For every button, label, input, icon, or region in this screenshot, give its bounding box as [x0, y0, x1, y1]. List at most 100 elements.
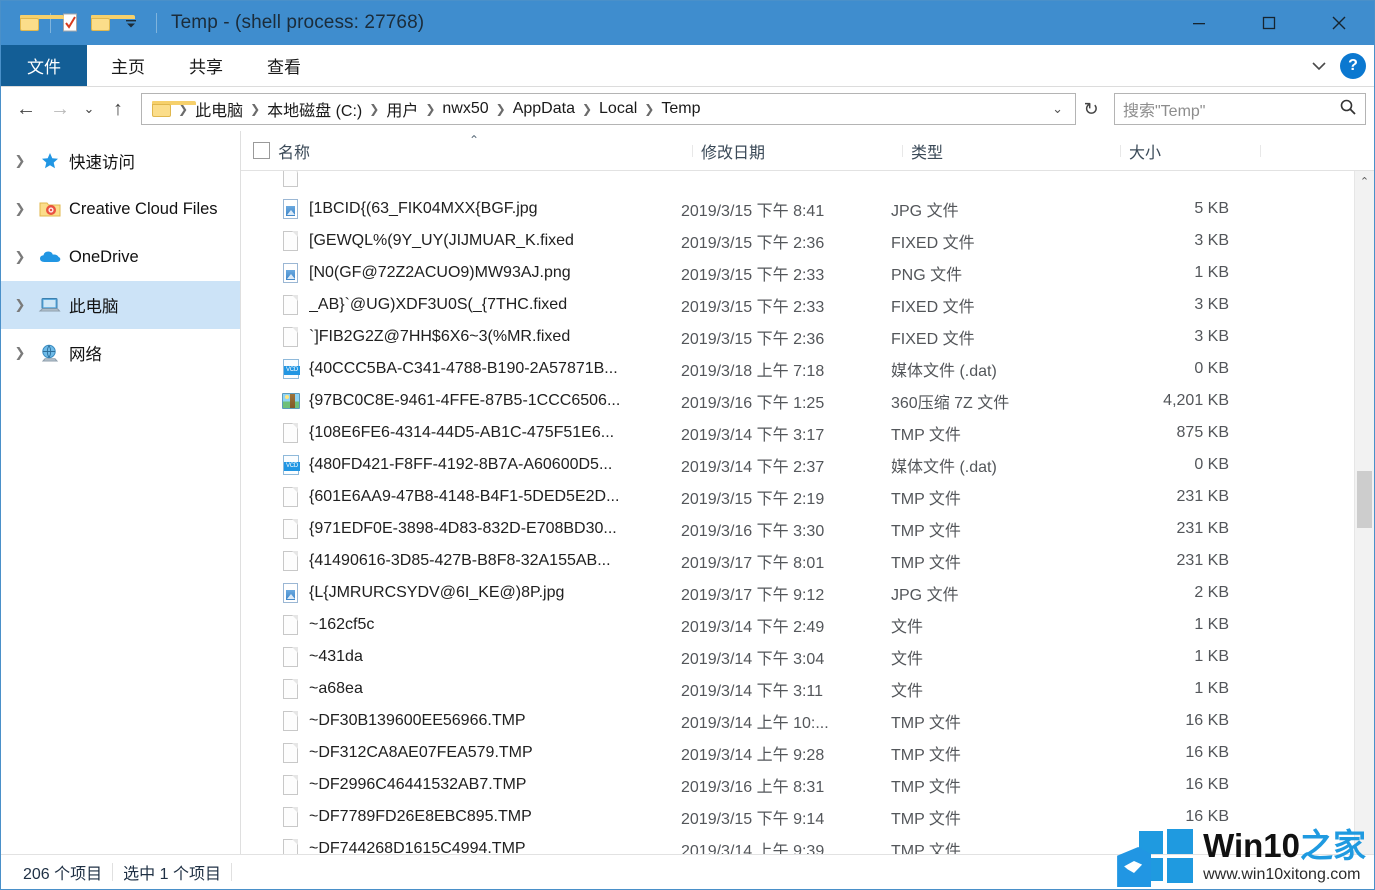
file-rows-container: [1BCID{(63_FIK04MXX{BGF.jpg2019/3/15 下午 …	[241, 171, 1374, 854]
table-row[interactable]: ~DF744268D1615C4994.TMP2019/3/14 上午 9:39…	[241, 833, 1374, 854]
sidebar-item-creative-cloud-files[interactable]: ❯ Creative Cloud Files	[1, 185, 240, 233]
table-row[interactable]: ~DF312CA8AE07FEA579.TMP2019/3/14 上午 9:28…	[241, 737, 1374, 769]
file-name-cell[interactable]: {97BC0C8E-9461-4FFE-87B5-1CCC6506...	[241, 389, 673, 413]
table-row[interactable]: ~DF7789FD26E8EBC895.TMP2019/3/15 下午 9:14…	[241, 801, 1374, 833]
table-row[interactable]: {L{JMRURCSYDV@6I_KE@)8P.jpg2019/3/17 下午 …	[241, 577, 1374, 609]
file-date-cell: 2019/3/14 下午 3:11	[673, 677, 883, 701]
table-row[interactable]: ~DF30B139600EE56966.TMP2019/3/14 上午 10:.…	[241, 705, 1374, 737]
column-header-type[interactable]: 类型	[903, 139, 1121, 163]
file-name-cell[interactable]: [N0(GF@72Z2ACUO9)MW93AJ.png	[241, 261, 673, 285]
chevron-right-icon[interactable]: ❯	[9, 297, 31, 313]
new-folder-icon[interactable]	[86, 8, 116, 38]
table-row[interactable]: {97BC0C8E-9461-4FFE-87B5-1CCC6506...2019…	[241, 385, 1374, 417]
file-name-cell[interactable]: {41490616-3D85-427B-B8F8-32A155AB...	[241, 549, 673, 573]
file-name-cell[interactable]: ~DF7789FD26E8EBC895.TMP	[241, 805, 673, 829]
file-name-cell[interactable]: {601E6AA9-47B8-4148-B4F1-5DED5E2D...	[241, 485, 673, 509]
file-name-cell[interactable]: {L{JMRURCSYDV@6I_KE@)8P.jpg	[241, 581, 673, 605]
sidebar-item-this-pc[interactable]: ❯ 此电脑	[1, 281, 240, 329]
file-name-cell[interactable]: ~DF312CA8AE07FEA579.TMP	[241, 741, 673, 765]
close-button[interactable]	[1304, 1, 1374, 45]
table-row[interactable]: {108E6FE6-4314-44D5-AB1C-475F51E6...2019…	[241, 417, 1374, 449]
column-header-size[interactable]: 大小	[1121, 139, 1261, 163]
folder-icon[interactable]	[15, 8, 45, 38]
table-row[interactable]: ~431da2019/3/14 下午 3:04文件1 KB	[241, 641, 1374, 673]
table-row[interactable]: ~a68ea2019/3/14 下午 3:11文件1 KB	[241, 673, 1374, 705]
forward-button[interactable]: →	[43, 92, 77, 126]
refresh-button[interactable]: ↻	[1076, 92, 1106, 126]
table-row[interactable]: {971EDF0E-3898-4D83-832D-E708BD30...2019…	[241, 513, 1374, 545]
file-name-cell[interactable]: `]FIB2G2Z@7HH$6X6~3(%MR.fixed	[241, 325, 673, 349]
sidebar-item-onedrive[interactable]: ❯ OneDrive	[1, 233, 240, 281]
file-size-cell: 231 KB	[1101, 488, 1241, 506]
search-icon[interactable]	[1339, 98, 1357, 121]
table-row[interactable]: _AB}`@UG)XDF3U0S(_{7THC.fixed2019/3/15 下…	[241, 289, 1374, 321]
table-row[interactable]: {601E6AA9-47B8-4148-B4F1-5DED5E2D...2019…	[241, 481, 1374, 513]
properties-icon[interactable]	[56, 8, 86, 38]
file-name-cell[interactable]: ~DF744268D1615C4994.TMP	[241, 837, 673, 854]
chevron-right-icon[interactable]: ❯	[9, 249, 31, 265]
up-button[interactable]: ↑	[101, 92, 135, 126]
breadcrumb-item-5[interactable]: Local	[594, 98, 642, 120]
chevron-right-icon[interactable]: ❯	[9, 153, 31, 169]
file-name-cell[interactable]: ~162cf5c	[241, 613, 673, 637]
help-icon[interactable]: ?	[1340, 53, 1366, 79]
file-name-cell[interactable]: ~a68ea	[241, 677, 673, 701]
maximize-button[interactable]	[1234, 1, 1304, 45]
scrollbar-thumb[interactable]	[1357, 471, 1372, 528]
chevron-down-icon[interactable]	[1308, 55, 1330, 77]
address-dropdown-icon[interactable]: ⌄	[1044, 101, 1071, 117]
file-name-text: ~162cf5c	[309, 616, 374, 634]
breadcrumb-item-1[interactable]: 本地磁盘 (C:)	[262, 95, 367, 123]
column-header-date[interactable]: 修改日期	[693, 139, 903, 163]
breadcrumb-item-4[interactable]: AppData	[508, 98, 580, 120]
file-name-cell[interactable]: [1BCID{(63_FIK04MXX{BGF.jpg	[241, 197, 673, 221]
customize-dropdown-icon[interactable]	[116, 8, 146, 38]
table-row[interactable]: VCD{40CCC5BA-C341-4788-B190-2A57871B...2…	[241, 353, 1374, 385]
file-type-cell: 360压缩 7Z 文件	[883, 389, 1101, 413]
sidebar-item-quick-access[interactable]: ❯ 快速访问	[1, 137, 240, 185]
table-row[interactable]: ~DF2996C46441532AB7.TMP2019/3/16 上午 8:31…	[241, 769, 1374, 801]
chevron-right-icon[interactable]: ❯	[9, 345, 31, 361]
file-name-cell[interactable]	[241, 171, 673, 189]
tab-share[interactable]: 共享	[167, 45, 245, 86]
document-icon	[281, 171, 301, 189]
scroll-up-button[interactable]: ⌃	[1355, 171, 1374, 191]
breadcrumb-separator: ❯	[642, 102, 656, 116]
file-name-cell[interactable]: ~431da	[241, 645, 673, 669]
file-name-cell[interactable]: {971EDF0E-3898-4D83-832D-E708BD30...	[241, 517, 673, 541]
table-row[interactable]: {41490616-3D85-427B-B8F8-32A155AB...2019…	[241, 545, 1374, 577]
search-box[interactable]: 搜索"Temp"	[1114, 93, 1366, 125]
back-button[interactable]: ←	[9, 92, 43, 126]
breadcrumb-item-6[interactable]: Temp	[656, 98, 705, 120]
file-name-cell[interactable]: VCD{480FD421-F8FF-4192-8B7A-A60600D5...	[241, 453, 673, 477]
table-row[interactable]: `]FIB2G2Z@7HH$6X6~3(%MR.fixed2019/3/15 下…	[241, 321, 1374, 353]
file-name-cell[interactable]: VCD{40CCC5BA-C341-4788-B190-2A57871B...	[241, 357, 673, 381]
file-name-cell[interactable]: _AB}`@UG)XDF3U0S(_{7THC.fixed	[241, 293, 673, 317]
breadcrumb-item-2[interactable]: 用户	[381, 95, 423, 123]
file-name-cell[interactable]: {108E6FE6-4314-44D5-AB1C-475F51E6...	[241, 421, 673, 445]
breadcrumb-bar[interactable]: ❯ 此电脑 ❯ 本地磁盘 (C:) ❯ 用户 ❯ nwx50 ❯ AppData…	[141, 93, 1076, 125]
tab-home[interactable]: 主页	[89, 45, 167, 86]
chevron-right-icon[interactable]: ❯	[9, 201, 31, 217]
table-row[interactable]: [GEWQL%(9Y_UY(JIJMUAR_K.fixed2019/3/15 下…	[241, 225, 1374, 257]
table-row[interactable]: VCD{480FD421-F8FF-4192-8B7A-A60600D5...2…	[241, 449, 1374, 481]
select-all-checkbox[interactable]	[253, 142, 270, 159]
breadcrumb-item-3[interactable]: nwx50	[437, 98, 493, 120]
file-name-cell[interactable]: ~DF30B139600EE56966.TMP	[241, 709, 673, 733]
tab-file[interactable]: 文件	[1, 45, 87, 86]
recent-locations-button[interactable]: ⌄	[77, 92, 101, 126]
tab-view[interactable]: 查看	[245, 45, 323, 86]
file-name-cell[interactable]: ~DF2996C46441532AB7.TMP	[241, 773, 673, 797]
column-header-name[interactable]: 名称	[278, 139, 693, 163]
table-row[interactable]: [1BCID{(63_FIK04MXX{BGF.jpg2019/3/15 下午 …	[241, 193, 1374, 225]
breadcrumb-item-0[interactable]: 此电脑	[190, 95, 248, 123]
table-row[interactable]: [N0(GF@72Z2ACUO9)MW93AJ.png2019/3/15 下午 …	[241, 257, 1374, 289]
file-name-cell[interactable]: [GEWQL%(9Y_UY(JIJMUAR_K.fixed	[241, 229, 673, 253]
table-row[interactable]	[241, 171, 1374, 193]
table-row[interactable]: ~162cf5c2019/3/14 下午 2:49文件1 KB	[241, 609, 1374, 641]
explorer-body: ❯ 快速访问 ❯ Creativ	[1, 131, 1374, 854]
sidebar-item-network[interactable]: ❯ 网络	[1, 329, 240, 377]
search-input[interactable]: 搜索"Temp"	[1123, 97, 1339, 121]
minimize-button[interactable]	[1164, 1, 1234, 45]
vertical-scrollbar[interactable]: ⌃	[1354, 171, 1374, 854]
